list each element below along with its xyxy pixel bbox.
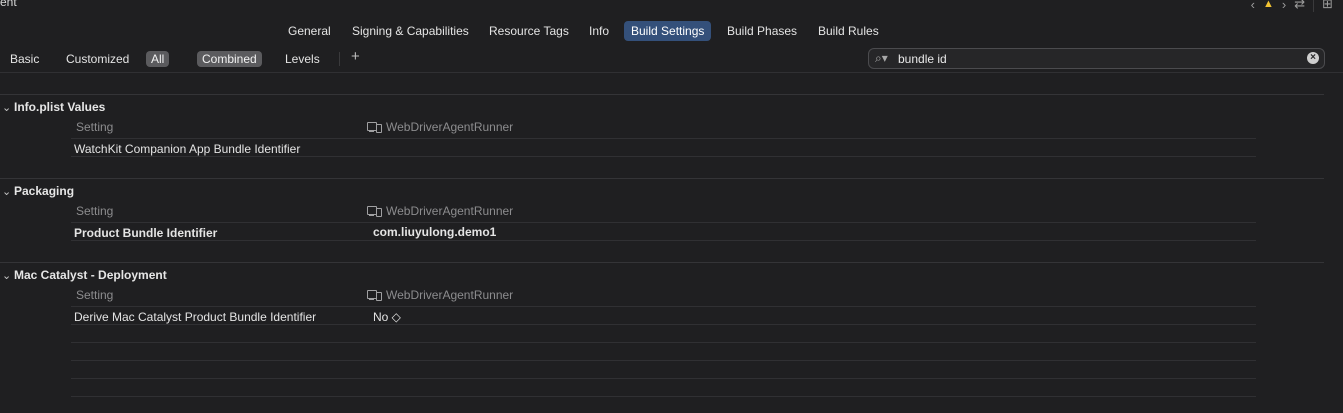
- tab-info[interactable]: Info: [582, 21, 616, 41]
- chevron-down-icon[interactable]: ⌄: [2, 101, 14, 114]
- add-editor-icon[interactable]: ⊞: [1322, 0, 1333, 12]
- setting-value-popup[interactable]: No ◇: [373, 310, 401, 324]
- row-divider: [71, 342, 1256, 343]
- toolbar-divider: [1313, 0, 1315, 12]
- row-divider: [71, 156, 1256, 157]
- row-divider: [71, 396, 1256, 397]
- setting-name[interactable]: Derive Mac Catalyst Product Bundle Ident…: [74, 310, 316, 324]
- chevron-down-icon[interactable]: ⌄: [2, 185, 14, 198]
- add-setting-button[interactable]: +: [351, 48, 360, 65]
- column-header-target: WebDriverAgentRunner: [367, 204, 513, 218]
- row-divider: [71, 306, 1256, 307]
- section-divider: [0, 94, 1324, 95]
- row-divider: [71, 138, 1256, 139]
- row-divider: [71, 378, 1256, 379]
- target-icon: [367, 206, 382, 217]
- search-field[interactable]: ⌕▾ ×: [868, 48, 1325, 69]
- clear-search-icon[interactable]: ×: [1307, 52, 1319, 64]
- editor-tab-bar: ent General Signing & Capabilities Resou…: [0, 0, 1343, 44]
- filter-basic-button[interactable]: Basic: [5, 51, 44, 67]
- tab-build-rules[interactable]: Build Rules: [811, 21, 886, 41]
- tab-resource-tags[interactable]: Resource Tags: [482, 21, 576, 41]
- swap-icon[interactable]: ⇄: [1294, 0, 1305, 12]
- column-header-target: WebDriverAgentRunner: [367, 288, 513, 302]
- toolbar-right-icons: ‹ ▲ › ⇄ ⊞: [1251, 0, 1333, 12]
- filter-levels-button[interactable]: Levels: [280, 51, 325, 67]
- section-divider: [0, 178, 1324, 179]
- row-divider: [71, 324, 1256, 325]
- row-divider: [71, 240, 1256, 241]
- tab-signing-capabilities[interactable]: Signing & Capabilities: [345, 21, 476, 41]
- row-divider: [71, 222, 1256, 223]
- window-title-fragment: ent: [0, 0, 17, 9]
- search-input[interactable]: [898, 50, 1298, 67]
- filter-customized-button[interactable]: Customized: [61, 51, 134, 67]
- column-header-setting: Setting: [76, 288, 114, 302]
- row-divider: [71, 360, 1256, 361]
- section-divider: [0, 262, 1324, 263]
- target-icon: [367, 290, 382, 301]
- setting-name[interactable]: Product Bundle Identifier: [74, 226, 217, 240]
- chevron-down-icon[interactable]: ⌄: [2, 269, 14, 282]
- chevron-left-icon[interactable]: ‹: [1251, 0, 1255, 12]
- section-title-mac-catalyst[interactable]: ⌄ Mac Catalyst - Deployment: [2, 268, 167, 282]
- section-title-packaging[interactable]: ⌄ Packaging: [2, 184, 74, 198]
- filter-combined-button[interactable]: Combined: [197, 51, 262, 67]
- column-header-setting: Setting: [76, 120, 114, 134]
- setting-value[interactable]: com.liuyulong.demo1: [373, 225, 496, 239]
- column-header-target: WebDriverAgentRunner: [367, 120, 513, 134]
- filter-divider: [339, 52, 340, 66]
- tab-build-phases[interactable]: Build Phases: [720, 21, 804, 41]
- filter-all-button[interactable]: All: [146, 51, 170, 67]
- section-title-info-plist[interactable]: ⌄ Info.plist Values: [2, 100, 105, 114]
- build-settings-filter-bar: Basic Customized All Combined Levels + ⌕…: [0, 44, 1343, 73]
- target-icon: [367, 122, 382, 133]
- column-header-setting: Setting: [76, 204, 114, 218]
- warning-icon[interactable]: ▲: [1263, 0, 1274, 10]
- tab-build-settings[interactable]: Build Settings: [624, 21, 712, 41]
- tab-general[interactable]: General: [281, 21, 338, 41]
- search-icon[interactable]: ⌕▾: [875, 51, 888, 66]
- chevron-right-icon[interactable]: ›: [1282, 0, 1286, 12]
- setting-name[interactable]: WatchKit Companion App Bundle Identifier: [74, 142, 300, 156]
